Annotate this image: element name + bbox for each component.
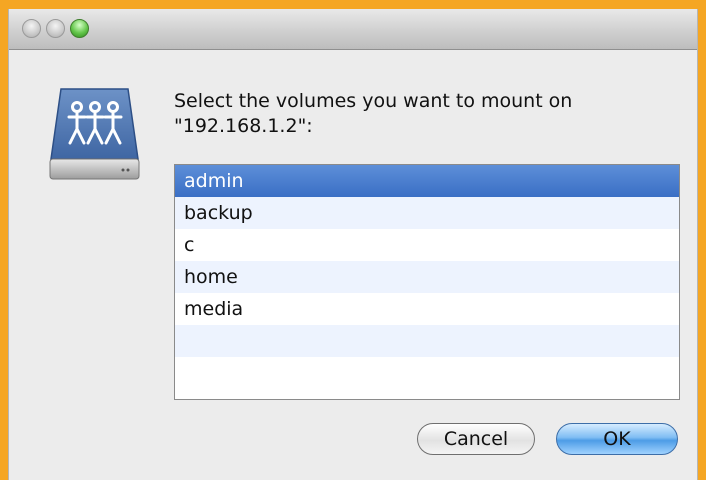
close-button-icon[interactable] [22, 19, 41, 38]
minimize-button-icon[interactable] [46, 19, 65, 38]
volume-item-c[interactable]: c [175, 229, 679, 261]
volume-list[interactable]: admin backup c home media [174, 164, 680, 400]
cancel-button[interactable]: Cancel [417, 423, 535, 455]
title-bar[interactable] [9, 9, 697, 50]
volume-item-home[interactable]: home [175, 261, 679, 293]
volume-empty-row [175, 325, 679, 357]
network-volume-icon [49, 88, 140, 180]
volume-item-backup[interactable]: backup [175, 197, 679, 229]
volume-item-media[interactable]: media [175, 293, 679, 325]
prompt-text: Select the volumes you want to mount on … [174, 90, 573, 137]
volume-item-admin[interactable]: admin [175, 165, 679, 197]
ok-button[interactable]: OK [556, 423, 678, 455]
zoom-button-icon[interactable] [70, 19, 89, 38]
mount-volumes-dialog: Select the volumes you want to mount on … [8, 9, 698, 480]
volume-empty-row [175, 357, 679, 389]
